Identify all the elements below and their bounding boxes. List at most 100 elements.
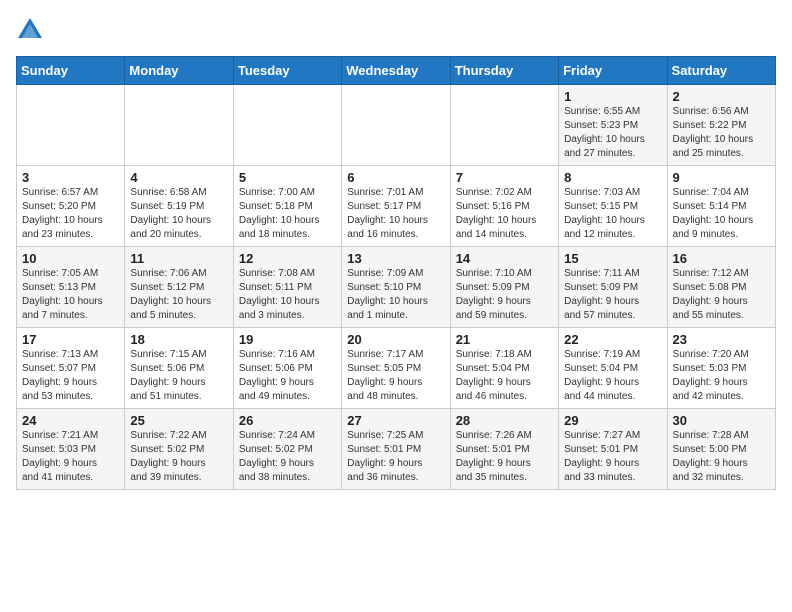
day-cell: 18Sunrise: 7:15 AM Sunset: 5:06 PM Dayli…	[125, 328, 233, 409]
day-info: Sunrise: 6:58 AM Sunset: 5:19 PM Dayligh…	[130, 186, 227, 242]
day-number: 5	[239, 170, 336, 185]
day-number: 17	[22, 332, 119, 347]
day-cell: 14Sunrise: 7:10 AM Sunset: 5:09 PM Dayli…	[450, 247, 558, 328]
day-info: Sunrise: 7:26 AM Sunset: 5:01 PM Dayligh…	[456, 429, 553, 485]
day-info: Sunrise: 6:57 AM Sunset: 5:20 PM Dayligh…	[22, 186, 119, 242]
day-info: Sunrise: 7:16 AM Sunset: 5:06 PM Dayligh…	[239, 348, 336, 404]
day-cell: 17Sunrise: 7:13 AM Sunset: 5:07 PM Dayli…	[17, 328, 125, 409]
day-info: Sunrise: 7:06 AM Sunset: 5:12 PM Dayligh…	[130, 267, 227, 323]
weekday-header-sunday: Sunday	[17, 57, 125, 85]
day-number: 21	[456, 332, 553, 347]
day-number: 29	[564, 413, 661, 428]
day-info: Sunrise: 7:24 AM Sunset: 5:02 PM Dayligh…	[239, 429, 336, 485]
day-number: 23	[673, 332, 770, 347]
day-cell: 30Sunrise: 7:28 AM Sunset: 5:00 PM Dayli…	[667, 409, 775, 490]
day-number: 18	[130, 332, 227, 347]
day-cell: 19Sunrise: 7:16 AM Sunset: 5:06 PM Dayli…	[233, 328, 341, 409]
day-cell: 4Sunrise: 6:58 AM Sunset: 5:19 PM Daylig…	[125, 166, 233, 247]
week-row-1: 1Sunrise: 6:55 AM Sunset: 5:23 PM Daylig…	[17, 85, 776, 166]
day-number: 30	[673, 413, 770, 428]
week-row-2: 3Sunrise: 6:57 AM Sunset: 5:20 PM Daylig…	[17, 166, 776, 247]
day-cell: 15Sunrise: 7:11 AM Sunset: 5:09 PM Dayli…	[559, 247, 667, 328]
day-info: Sunrise: 7:04 AM Sunset: 5:14 PM Dayligh…	[673, 186, 770, 242]
day-cell: 1Sunrise: 6:55 AM Sunset: 5:23 PM Daylig…	[559, 85, 667, 166]
logo	[16, 16, 48, 44]
day-number: 22	[564, 332, 661, 347]
day-cell: 3Sunrise: 6:57 AM Sunset: 5:20 PM Daylig…	[17, 166, 125, 247]
day-number: 9	[673, 170, 770, 185]
day-number: 1	[564, 89, 661, 104]
calendar-body: 1Sunrise: 6:55 AM Sunset: 5:23 PM Daylig…	[17, 85, 776, 490]
day-number: 6	[347, 170, 444, 185]
day-cell: 13Sunrise: 7:09 AM Sunset: 5:10 PM Dayli…	[342, 247, 450, 328]
day-info: Sunrise: 7:13 AM Sunset: 5:07 PM Dayligh…	[22, 348, 119, 404]
day-info: Sunrise: 7:11 AM Sunset: 5:09 PM Dayligh…	[564, 267, 661, 323]
day-info: Sunrise: 7:15 AM Sunset: 5:06 PM Dayligh…	[130, 348, 227, 404]
day-info: Sunrise: 7:12 AM Sunset: 5:08 PM Dayligh…	[673, 267, 770, 323]
weekday-header-tuesday: Tuesday	[233, 57, 341, 85]
day-number: 26	[239, 413, 336, 428]
day-number: 4	[130, 170, 227, 185]
weekday-header-wednesday: Wednesday	[342, 57, 450, 85]
day-number: 15	[564, 251, 661, 266]
day-cell: 28Sunrise: 7:26 AM Sunset: 5:01 PM Dayli…	[450, 409, 558, 490]
day-cell: 29Sunrise: 7:27 AM Sunset: 5:01 PM Dayli…	[559, 409, 667, 490]
day-cell	[342, 85, 450, 166]
day-info: Sunrise: 7:19 AM Sunset: 5:04 PM Dayligh…	[564, 348, 661, 404]
day-cell: 25Sunrise: 7:22 AM Sunset: 5:02 PM Dayli…	[125, 409, 233, 490]
day-info: Sunrise: 6:56 AM Sunset: 5:22 PM Dayligh…	[673, 105, 770, 161]
day-info: Sunrise: 7:21 AM Sunset: 5:03 PM Dayligh…	[22, 429, 119, 485]
logo-icon	[16, 16, 44, 44]
day-cell: 26Sunrise: 7:24 AM Sunset: 5:02 PM Dayli…	[233, 409, 341, 490]
day-info: Sunrise: 7:10 AM Sunset: 5:09 PM Dayligh…	[456, 267, 553, 323]
day-cell: 7Sunrise: 7:02 AM Sunset: 5:16 PM Daylig…	[450, 166, 558, 247]
day-number: 8	[564, 170, 661, 185]
day-cell: 27Sunrise: 7:25 AM Sunset: 5:01 PM Dayli…	[342, 409, 450, 490]
day-info: Sunrise: 7:01 AM Sunset: 5:17 PM Dayligh…	[347, 186, 444, 242]
day-cell: 20Sunrise: 7:17 AM Sunset: 5:05 PM Dayli…	[342, 328, 450, 409]
weekday-header-saturday: Saturday	[667, 57, 775, 85]
day-number: 19	[239, 332, 336, 347]
day-cell	[125, 85, 233, 166]
day-cell: 16Sunrise: 7:12 AM Sunset: 5:08 PM Dayli…	[667, 247, 775, 328]
day-number: 10	[22, 251, 119, 266]
day-cell	[450, 85, 558, 166]
day-info: Sunrise: 7:17 AM Sunset: 5:05 PM Dayligh…	[347, 348, 444, 404]
day-cell: 12Sunrise: 7:08 AM Sunset: 5:11 PM Dayli…	[233, 247, 341, 328]
day-cell: 11Sunrise: 7:06 AM Sunset: 5:12 PM Dayli…	[125, 247, 233, 328]
day-info: Sunrise: 7:00 AM Sunset: 5:18 PM Dayligh…	[239, 186, 336, 242]
day-info: Sunrise: 7:28 AM Sunset: 5:00 PM Dayligh…	[673, 429, 770, 485]
day-number: 28	[456, 413, 553, 428]
day-cell: 8Sunrise: 7:03 AM Sunset: 5:15 PM Daylig…	[559, 166, 667, 247]
day-info: Sunrise: 7:22 AM Sunset: 5:02 PM Dayligh…	[130, 429, 227, 485]
day-info: Sunrise: 7:25 AM Sunset: 5:01 PM Dayligh…	[347, 429, 444, 485]
day-info: Sunrise: 7:20 AM Sunset: 5:03 PM Dayligh…	[673, 348, 770, 404]
weekday-header-friday: Friday	[559, 57, 667, 85]
calendar: SundayMondayTuesdayWednesdayThursdayFrid…	[16, 56, 776, 490]
day-cell: 5Sunrise: 7:00 AM Sunset: 5:18 PM Daylig…	[233, 166, 341, 247]
day-cell	[17, 85, 125, 166]
day-number: 12	[239, 251, 336, 266]
day-cell: 21Sunrise: 7:18 AM Sunset: 5:04 PM Dayli…	[450, 328, 558, 409]
day-cell: 9Sunrise: 7:04 AM Sunset: 5:14 PM Daylig…	[667, 166, 775, 247]
week-row-5: 24Sunrise: 7:21 AM Sunset: 5:03 PM Dayli…	[17, 409, 776, 490]
day-info: Sunrise: 7:18 AM Sunset: 5:04 PM Dayligh…	[456, 348, 553, 404]
day-info: Sunrise: 7:02 AM Sunset: 5:16 PM Dayligh…	[456, 186, 553, 242]
calendar-header: SundayMondayTuesdayWednesdayThursdayFrid…	[17, 57, 776, 85]
day-number: 24	[22, 413, 119, 428]
day-number: 27	[347, 413, 444, 428]
day-number: 20	[347, 332, 444, 347]
day-cell: 24Sunrise: 7:21 AM Sunset: 5:03 PM Dayli…	[17, 409, 125, 490]
day-number: 14	[456, 251, 553, 266]
day-number: 11	[130, 251, 227, 266]
day-number: 13	[347, 251, 444, 266]
day-number: 7	[456, 170, 553, 185]
day-number: 3	[22, 170, 119, 185]
day-cell: 23Sunrise: 7:20 AM Sunset: 5:03 PM Dayli…	[667, 328, 775, 409]
day-info: Sunrise: 6:55 AM Sunset: 5:23 PM Dayligh…	[564, 105, 661, 161]
day-number: 16	[673, 251, 770, 266]
week-row-3: 10Sunrise: 7:05 AM Sunset: 5:13 PM Dayli…	[17, 247, 776, 328]
day-number: 25	[130, 413, 227, 428]
day-cell: 22Sunrise: 7:19 AM Sunset: 5:04 PM Dayli…	[559, 328, 667, 409]
day-info: Sunrise: 7:09 AM Sunset: 5:10 PM Dayligh…	[347, 267, 444, 323]
